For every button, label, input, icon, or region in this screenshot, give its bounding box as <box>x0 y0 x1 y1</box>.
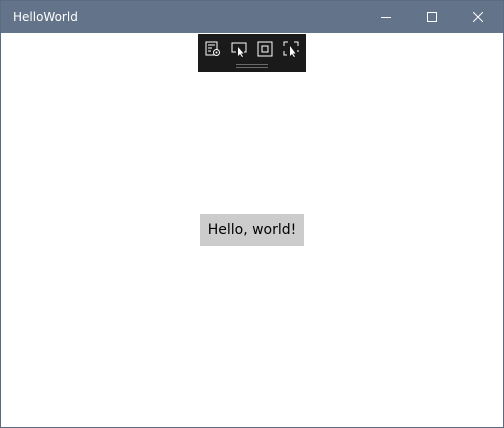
close-icon <box>473 12 483 22</box>
app-window: HelloWorld Hello, world! <box>0 0 504 428</box>
select-element-button[interactable] <box>228 38 250 60</box>
title-bar[interactable]: HelloWorld <box>1 1 503 33</box>
select-element-icon <box>230 40 248 58</box>
display-layout-adorners-button[interactable] <box>254 38 276 60</box>
display-layout-adorners-icon <box>256 40 274 58</box>
toolbar-drag-handle[interactable] <box>236 64 268 69</box>
live-visual-tree-icon <box>204 40 222 58</box>
maximize-button[interactable] <box>409 1 455 33</box>
minimize-button[interactable] <box>363 1 409 33</box>
maximize-icon <box>427 12 437 22</box>
live-visual-tree-button[interactable] <box>202 38 224 60</box>
minimize-icon <box>381 12 391 22</box>
window-title: HelloWorld <box>13 10 78 24</box>
hello-world-button[interactable]: Hello, world! <box>200 214 304 246</box>
close-button[interactable] <box>455 1 501 33</box>
in-app-debug-toolbar <box>198 34 306 72</box>
track-focus-icon <box>282 40 300 58</box>
track-focus-button[interactable] <box>280 38 302 60</box>
